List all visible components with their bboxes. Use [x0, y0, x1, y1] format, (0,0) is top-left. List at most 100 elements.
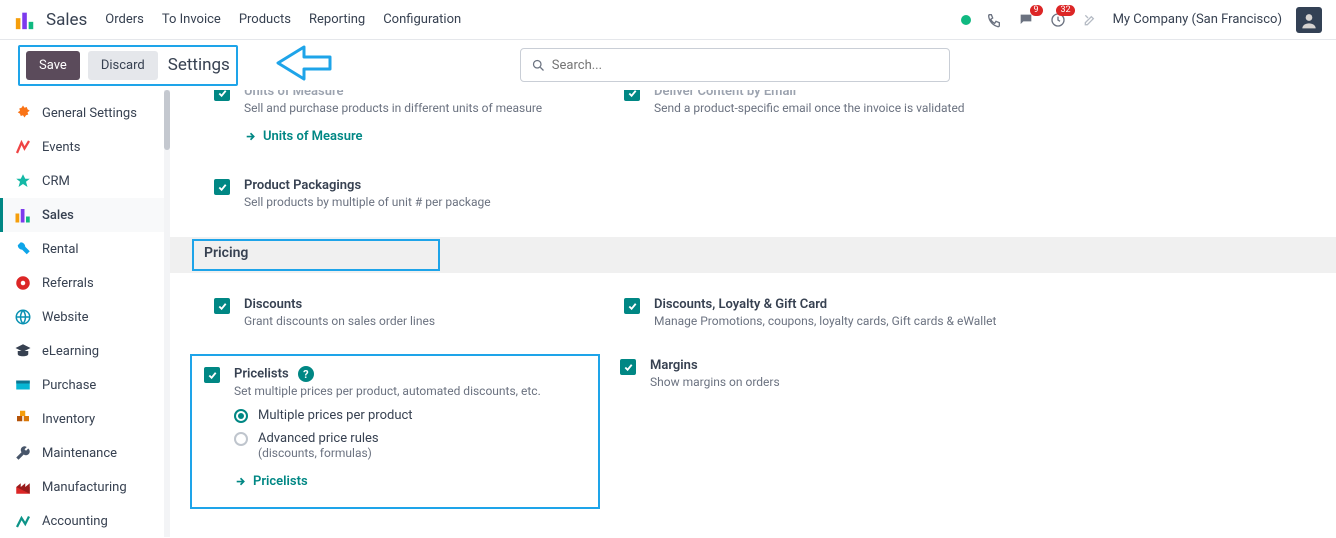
checkbox-discounts[interactable]	[214, 298, 230, 314]
setting-title-margins: Margins	[650, 358, 780, 373]
checkbox-packagings[interactable]	[214, 179, 230, 195]
elearning-icon	[14, 342, 32, 360]
main-columns: General Settings Events CRM Sales Rental…	[0, 90, 1336, 537]
setting-desc-discounts: Grant discounts on sales order lines	[244, 314, 435, 328]
setting-desc-loyalty: Manage Promotions, coupons, loyalty card…	[654, 314, 996, 328]
chat-icon[interactable]: 9	[1017, 11, 1035, 29]
setting-desc-pricelists: Set multiple prices per product, automat…	[234, 384, 541, 398]
arrow-right-icon	[244, 130, 257, 143]
app-icon	[14, 9, 36, 31]
radio-multiple-prices[interactable]: Multiple prices per product	[234, 408, 586, 423]
sidebar-item-label: Purchase	[42, 378, 96, 393]
sidebar-item-rental[interactable]: Rental	[0, 232, 170, 266]
setting-desc-packagings: Sell products by multiple of unit # per …	[244, 195, 491, 209]
sales-icon	[14, 206, 32, 224]
phone-icon[interactable]	[985, 11, 1003, 29]
gear-icon	[14, 104, 32, 122]
arrow-right-icon	[234, 475, 247, 488]
link-uom[interactable]: Units of Measure	[244, 129, 542, 144]
sidebar-item-crm[interactable]: CRM	[0, 164, 170, 198]
setting-desc-deliver: Send a product-specific email once the i…	[654, 101, 965, 115]
setting-title-loyalty: Discounts, Loyalty & Gift Card	[654, 297, 996, 312]
sidebar-item-website[interactable]: Website	[0, 300, 170, 334]
activity-icon[interactable]: 32	[1049, 11, 1067, 29]
events-icon	[14, 138, 32, 156]
crm-icon	[14, 172, 32, 190]
sidebar-item-label: Sales	[42, 208, 74, 223]
setting-title-deliver: Deliver Content by Email	[654, 90, 965, 99]
top-nav: Sales Orders To Invoice Products Reporti…	[0, 0, 1336, 40]
checkbox-uom[interactable]	[214, 90, 230, 101]
section-pricing-title: Pricing	[192, 239, 440, 271]
inventory-icon	[14, 410, 32, 428]
search-input[interactable]	[552, 58, 939, 73]
highlight-save-area: Save Discard Settings	[18, 45, 238, 86]
sidebar-item-label: Maintenance	[42, 446, 117, 461]
sidebar-item-manufacturing[interactable]: Manufacturing	[0, 470, 170, 504]
menu-products[interactable]: Products	[239, 12, 291, 27]
breadcrumb: Settings	[168, 55, 230, 75]
checkbox-deliver-email[interactable]	[624, 90, 640, 101]
sidebar-item-accounting[interactable]: Accounting	[0, 504, 170, 538]
sidebar-item-referrals[interactable]: Referrals	[0, 266, 170, 300]
menu-to-invoice[interactable]: To Invoice	[162, 12, 221, 27]
menu-orders[interactable]: Orders	[105, 12, 144, 27]
settings-main: Units of Measure Sell and purchase produ…	[170, 90, 1336, 537]
sidebar-item-label: CRM	[42, 174, 70, 189]
purchase-icon	[14, 376, 32, 394]
search-wrap	[520, 48, 950, 82]
search-box[interactable]	[520, 48, 950, 82]
discard-button[interactable]: Discard	[88, 51, 158, 80]
search-icon	[531, 58, 546, 73]
app-title: Sales	[46, 10, 87, 30]
setting-desc-margins: Show margins on orders	[650, 375, 780, 389]
pricelists-radio-group: Multiple prices per product Advanced pri…	[204, 408, 586, 460]
radio-off-icon	[234, 432, 248, 446]
help-icon[interactable]: ?	[298, 366, 314, 382]
top-menu: Orders To Invoice Products Reporting Con…	[105, 12, 461, 27]
chat-badge: 9	[1030, 5, 1043, 16]
navbar-right: 9 32 My Company (San Francisco)	[961, 7, 1322, 33]
sidebar-item-label: Events	[42, 140, 80, 155]
user-avatar[interactable]	[1296, 7, 1322, 33]
settings-sidebar: General Settings Events CRM Sales Rental…	[0, 90, 170, 537]
sidebar-item-inventory[interactable]: Inventory	[0, 402, 170, 436]
status-dot	[961, 15, 971, 25]
sidebar-item-label: Rental	[42, 242, 79, 257]
manufacturing-icon	[14, 478, 32, 496]
sidebar-item-general-settings[interactable]: General Settings	[0, 96, 170, 130]
sidebar-item-label: Referrals	[42, 276, 94, 291]
sidebar-item-label: Website	[42, 310, 89, 325]
setting-title-packagings: Product Packagings	[244, 178, 491, 193]
save-button[interactable]: Save	[26, 51, 80, 80]
action-bar: Save Discard Settings	[0, 40, 1336, 90]
accounting-icon	[14, 512, 32, 530]
link-pricelists[interactable]: Pricelists	[204, 474, 586, 489]
checkbox-pricelists[interactable]	[204, 367, 220, 383]
menu-reporting[interactable]: Reporting	[309, 12, 365, 27]
checkbox-margins[interactable]	[620, 359, 636, 375]
sidebar-item-maintenance[interactable]: Maintenance	[0, 436, 170, 470]
activity-badge: 32	[1056, 5, 1074, 16]
sidebar-item-purchase[interactable]: Purchase	[0, 368, 170, 402]
sidebar-item-label: Manufacturing	[42, 480, 127, 495]
sidebar-item-sales[interactable]: Sales	[0, 198, 170, 232]
maintenance-icon	[14, 444, 32, 462]
radio-advanced-rules[interactable]: Advanced price rules (discounts, formula…	[234, 431, 586, 460]
sidebar-item-label: General Settings	[42, 106, 137, 121]
setting-title-uom: Units of Measure	[244, 90, 542, 99]
menu-configuration[interactable]: Configuration	[383, 12, 461, 27]
setting-title-pricelists: Pricelists	[234, 367, 289, 382]
sidebar-item-elearning[interactable]: eLearning	[0, 334, 170, 368]
tools-icon[interactable]	[1081, 11, 1099, 29]
sidebar-item-label: eLearning	[42, 344, 99, 359]
checkbox-loyalty[interactable]	[624, 298, 640, 314]
setting-desc-uom: Sell and purchase products in different …	[244, 101, 542, 115]
radio-on-icon	[234, 409, 248, 423]
setting-title-discounts: Discounts	[244, 297, 435, 312]
section-pricing-band: Pricing	[170, 237, 1336, 273]
rental-icon	[14, 240, 32, 258]
referrals-icon	[14, 274, 32, 292]
company-selector[interactable]: My Company (San Francisco)	[1113, 12, 1282, 27]
sidebar-item-events[interactable]: Events	[0, 130, 170, 164]
